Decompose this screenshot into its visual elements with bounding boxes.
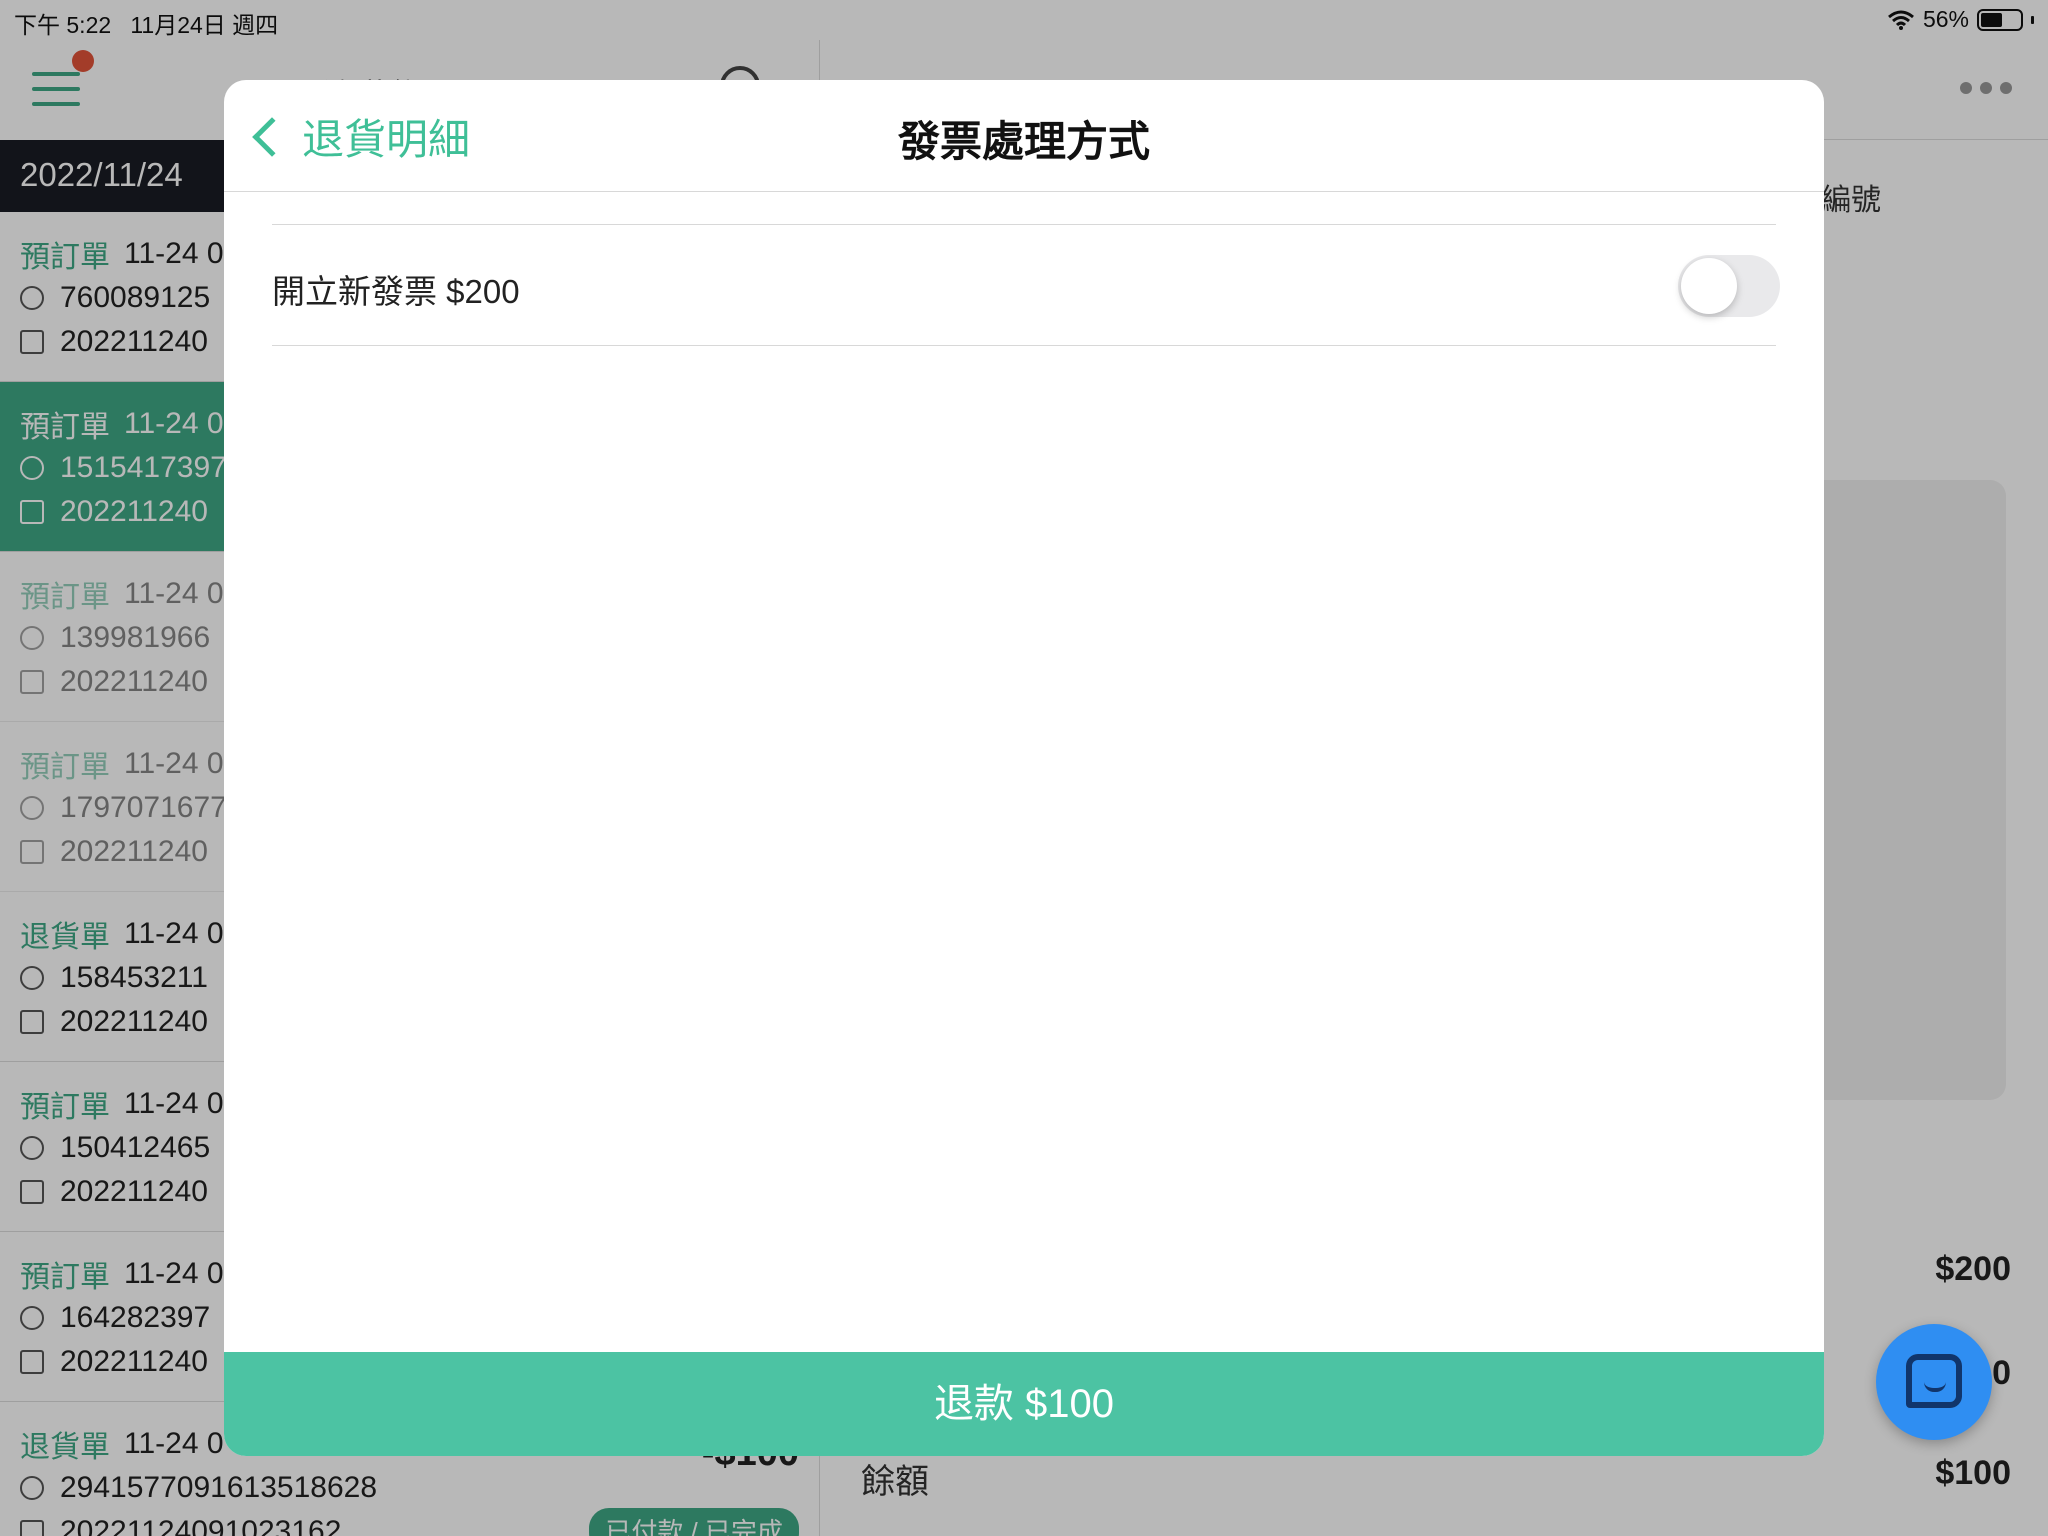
chat-bubble-icon [1906, 1354, 1962, 1408]
new-invoice-toggle[interactable] [1678, 255, 1780, 317]
chat-smile [1924, 1382, 1946, 1392]
invoice-method-modal: 退貨明細 發票處理方式 開立新發票 $200 退款 $100 [224, 80, 1824, 1456]
new-invoice-label: 開立新發票 $200 [272, 273, 520, 310]
toggle-knob [1681, 258, 1737, 314]
chat-button[interactable] [1876, 1324, 1992, 1440]
modal-title: 發票處理方式 [897, 118, 1150, 165]
new-invoice-option-row: 開立新發票 $200 [272, 224, 1780, 346]
refund-button[interactable]: 退款 $100 [224, 1352, 1824, 1456]
modal-nav-bar: 退貨明細 發票處理方式 [224, 80, 1824, 192]
